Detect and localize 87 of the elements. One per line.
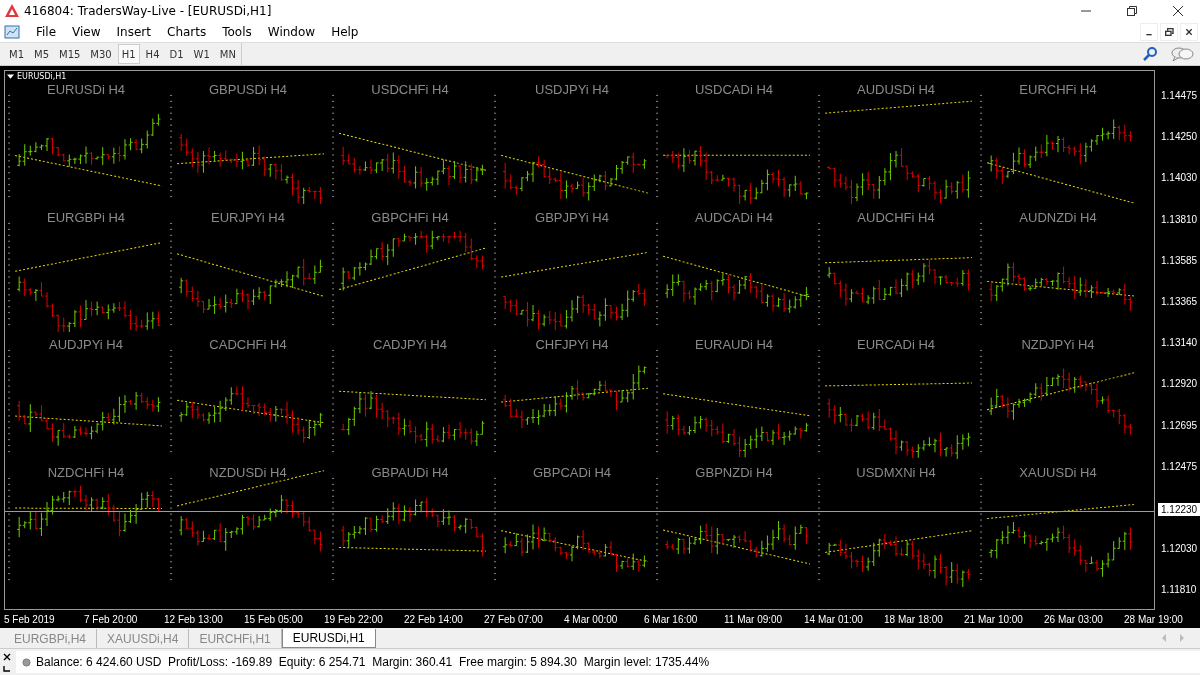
time-label: 4 Mar 00:00	[564, 613, 619, 625]
dropdown-caret-icon[interactable]	[7, 73, 14, 80]
chart-label: USDJPYi H4	[534, 82, 610, 97]
price-label: 1.13810	[1161, 213, 1198, 225]
time-label: 21 Mar 10:00	[964, 613, 1024, 625]
chart-label: NZDJPYi H4	[1020, 337, 1096, 352]
restore-icon[interactable]	[1160, 23, 1178, 41]
chart-label: CHFJPYi H4	[534, 337, 610, 352]
time-label: 22 Feb 14:00	[404, 613, 464, 625]
window-title: 416804: TradersWay-Live - [EURUSDi,H1]	[24, 4, 272, 18]
timeframe-button[interactable]: H1	[117, 44, 140, 64]
menu-item[interactable]: File	[28, 25, 65, 39]
chart-label: GBPAUDi H4	[370, 464, 450, 480]
chart-label: AUDNZDi H4	[1018, 209, 1098, 225]
menu-item[interactable]: Tools	[214, 25, 260, 39]
time-label: 18 Mar 18:00	[884, 613, 944, 625]
chart-label: GBPCADi H4	[532, 464, 612, 480]
restore-icon[interactable]	[1126, 5, 1138, 17]
chart-label: EURUSDi H4	[46, 82, 126, 97]
chart-label: USDCHFi H4	[370, 82, 450, 97]
timeframe-button[interactable]: M5	[30, 44, 53, 64]
menu-item[interactable]: Help	[323, 25, 367, 39]
chart-label: CADCHFi H4	[208, 337, 288, 352]
price-label: 1.12475	[1161, 460, 1198, 472]
price-label: 1.14475	[1161, 90, 1198, 101]
time-label: 15 Feb 05:00	[244, 613, 304, 625]
chart-label: EURCADi H4	[856, 337, 936, 352]
chart-label: AUDCHFi H4	[856, 209, 936, 225]
current-price-label: 1.12230	[1158, 503, 1200, 516]
price-label: 1.12920	[1161, 378, 1198, 390]
time-label: 26 Mar 03:00	[1044, 613, 1104, 625]
chart-label: USDMXNi H4	[855, 464, 937, 480]
time-label: 14 Mar 01:00	[804, 613, 864, 625]
time-label: 11 Mar 09:00	[724, 613, 784, 625]
price-label: 1.12695	[1161, 419, 1198, 431]
price-label: 1.13365	[1161, 296, 1198, 307]
price-label: 1.14030	[1161, 172, 1198, 184]
chart-label: EURAUDi H4	[694, 337, 774, 352]
menu-item[interactable]: Charts	[159, 25, 215, 39]
menu-item[interactable]: Window	[259, 25, 324, 39]
account-summary: Balance: 6 424.60 USD Profit/Loss: -169.89 Equity: 6 254.71 Margin: 360.41 Free margin: 5 894.30 Margin level: 1735.44%	[36, 655, 710, 669]
timeframe-button[interactable]: M15	[55, 44, 85, 64]
chart-label: GBPNZDi H4	[694, 464, 774, 480]
chart-label: EURJPYi H4	[210, 209, 286, 225]
chart-label: CADJPYi H4	[372, 337, 448, 352]
chart-label: NZDCHFi H4	[46, 464, 126, 480]
close-icon[interactable]	[3, 652, 11, 661]
timeframe-button[interactable]: M30	[86, 44, 116, 64]
chart-label: NZDUSDi H4	[208, 464, 288, 480]
search-icon[interactable]	[1142, 46, 1158, 62]
price-label: 1.12030	[1161, 543, 1198, 555]
timeframe-button[interactable]: MN	[215, 44, 240, 64]
app-logo-icon	[4, 3, 20, 19]
menu-item[interactable]: Insert	[108, 25, 159, 39]
timeframe-button[interactable]: D1	[165, 44, 188, 64]
price-label: 1.14250	[1161, 131, 1198, 143]
chart-tab[interactable]: EURUSDi,H1	[281, 629, 376, 648]
time-label: 27 Feb 07:00	[484, 613, 544, 625]
price-label: 1.13140	[1161, 337, 1198, 349]
time-label: 28 Mar 19:00	[1124, 613, 1184, 625]
menu-item[interactable]: View	[64, 25, 109, 39]
status-dot-icon	[22, 657, 31, 667]
timeframe-button[interactable]: H4	[141, 44, 164, 64]
chat-icon[interactable]	[1170, 46, 1194, 62]
timeframe-button[interactable]: M1	[5, 44, 28, 64]
time-label: 19 Feb 22:00	[324, 613, 384, 625]
chart-label: EURCHFi H4	[1018, 82, 1098, 97]
chart-label: GBPJPYi H4	[534, 209, 610, 225]
chart-label: XAUUSDi H4	[1018, 464, 1098, 480]
chart-label: AUDUSDi H4	[856, 82, 936, 97]
chart-symbol-label: EURUSDi,H1	[17, 72, 67, 81]
chart-label: AUDCADi H4	[694, 209, 774, 225]
chart-label: GBPCHFi H4	[370, 209, 450, 225]
chart-label: AUDJPYi H4	[48, 337, 124, 352]
chart-label: EURGBPi H4	[46, 209, 126, 225]
timeframe-button[interactable]: W1	[189, 44, 214, 64]
chart-label: USDCADi H4	[694, 82, 774, 97]
price-label: 1.13585	[1161, 254, 1198, 266]
panel-icon[interactable]	[3, 663, 11, 672]
time-label: 5 Feb 2019	[4, 613, 56, 625]
time-label: 12 Feb 13:00	[164, 613, 224, 625]
chart-window-icon[interactable]	[4, 24, 20, 40]
close-icon[interactable]	[1172, 5, 1184, 17]
time-label: 6 Mar 16:00	[644, 613, 699, 625]
time-label: 7 Feb 20:00	[84, 613, 139, 625]
chart-label: GBPUSDi H4	[208, 82, 288, 97]
price-label: 1.11810	[1161, 584, 1197, 596]
